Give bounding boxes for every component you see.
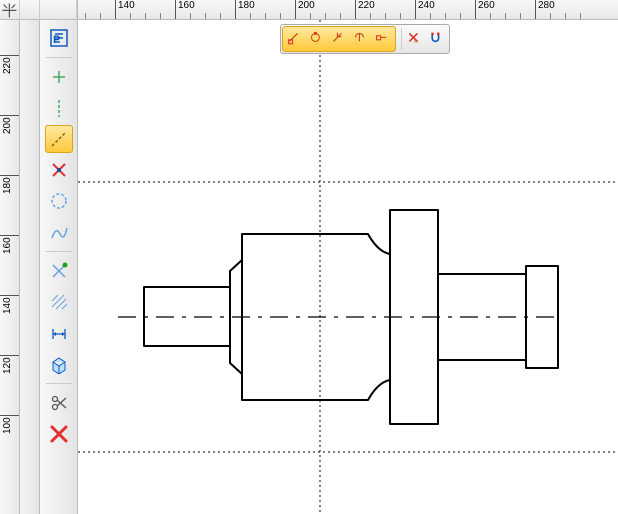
toolbar-separator bbox=[401, 28, 402, 50]
svg-text:n: n bbox=[414, 38, 418, 45]
ruler-h-tick: 260 bbox=[475, 0, 495, 19]
snap-midpoint[interactable] bbox=[306, 28, 328, 50]
axis-line-tool[interactable] bbox=[45, 125, 73, 153]
delete-tool[interactable] bbox=[45, 420, 73, 448]
svg-text:P: P bbox=[53, 34, 60, 46]
canvas-svg bbox=[78, 20, 618, 514]
vertical-ruler[interactable]: 220 200 180 160 140 120 100 bbox=[0, 20, 20, 514]
toolbar-divider bbox=[46, 251, 72, 252]
cut-tool[interactable] bbox=[45, 389, 73, 417]
horizontal-ruler[interactable]: 120140160180200220240260280 bbox=[78, 0, 618, 20]
snap-endpoint[interactable] bbox=[284, 28, 306, 50]
ruler-v-tick: 140 bbox=[0, 295, 19, 296]
vertical-line-tool[interactable] bbox=[45, 94, 73, 122]
ruler-v-tick: 200 bbox=[0, 115, 19, 116]
ruler-v-tick: 220 bbox=[0, 55, 19, 56]
hatch-tool[interactable] bbox=[45, 288, 73, 316]
origin-marker[interactable] bbox=[0, 0, 20, 20]
vertical-toolbar: P bbox=[40, 20, 78, 514]
ruler-h-tick: 180 bbox=[235, 0, 255, 19]
ruler-corner bbox=[0, 0, 78, 20]
ruler-h-tick: 220 bbox=[355, 0, 375, 19]
corner-spacer-2 bbox=[40, 0, 78, 20]
snap-tangent[interactable] bbox=[372, 28, 394, 50]
toolbar-divider bbox=[46, 57, 72, 58]
3d-box-tool[interactable] bbox=[45, 350, 73, 378]
delete-point-tool[interactable] bbox=[45, 156, 73, 184]
point-tool[interactable] bbox=[45, 63, 73, 91]
trim-tool[interactable] bbox=[45, 257, 73, 285]
toolbar-divider bbox=[46, 383, 72, 384]
spline-tool[interactable] bbox=[45, 218, 73, 246]
snap-perpendicular[interactable] bbox=[350, 28, 372, 50]
ruler-v-tick: 160 bbox=[0, 235, 19, 236]
paragraph-tool[interactable]: P bbox=[45, 24, 73, 52]
snap-off[interactable]: n bbox=[404, 28, 426, 50]
ruler-h-tick: 160 bbox=[175, 0, 195, 19]
ruler-h-tick: 140 bbox=[115, 0, 135, 19]
ruler-v-tick: 100 bbox=[0, 415, 19, 416]
dimension-tool[interactable] bbox=[45, 319, 73, 347]
ruler-h-tick: 280 bbox=[535, 0, 555, 19]
snap-intersection[interactable] bbox=[328, 28, 350, 50]
snap-magnet[interactable] bbox=[426, 28, 448, 50]
snap-toolbar: n bbox=[280, 24, 450, 54]
circle-tool[interactable] bbox=[45, 187, 73, 215]
drawing-canvas[interactable]: n bbox=[78, 20, 618, 514]
ruler-v-tick: 180 bbox=[0, 175, 19, 176]
ruler-v-tick: 120 bbox=[0, 355, 19, 356]
corner-spacer-1 bbox=[20, 0, 40, 20]
gray-gutter bbox=[20, 20, 40, 514]
ruler-h-tick: 200 bbox=[295, 0, 315, 19]
ruler-h-tick: 240 bbox=[415, 0, 435, 19]
